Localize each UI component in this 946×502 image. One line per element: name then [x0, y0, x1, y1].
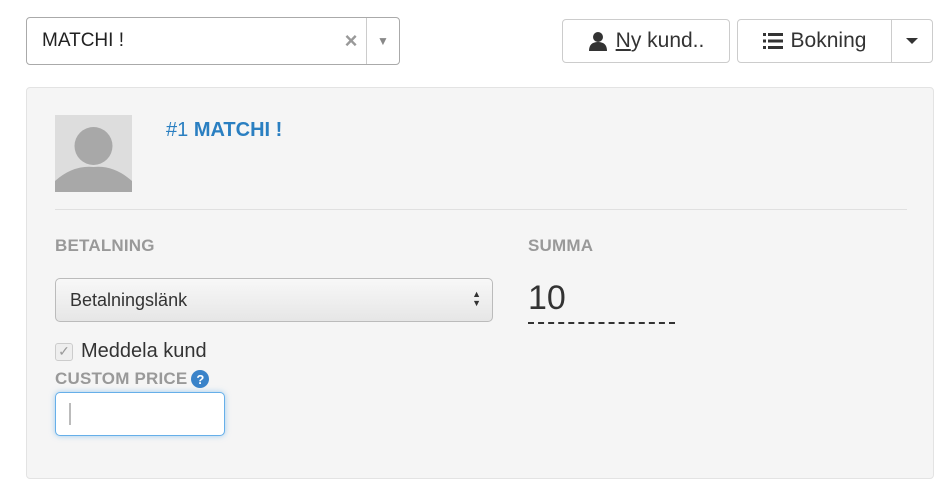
customer-name-link[interactable]: #1 MATCHI !: [166, 119, 282, 142]
customer-number: #1: [166, 119, 189, 141]
customer-select-value: MATCHI !: [42, 30, 124, 51]
caret-down-icon: [906, 38, 918, 44]
new-customer-label: Ny kund..: [616, 29, 705, 53]
notify-customer-checkbox[interactable]: ✓ Meddela kund: [55, 340, 207, 363]
list-icon: [762, 33, 783, 49]
dropdown-arrow-icon[interactable]: ▼: [366, 18, 399, 64]
checkmark-icon[interactable]: ✓: [55, 342, 73, 361]
new-customer-label-hotkey: N: [615, 29, 631, 52]
help-icon[interactable]: ?: [191, 370, 210, 388]
booking-label: Bokning: [790, 29, 867, 52]
clear-icon[interactable]: ×: [336, 28, 366, 54]
new-customer-label-text: y kund..: [630, 29, 705, 52]
text-cursor: [69, 403, 71, 425]
payment-method-value: Betalningslänk: [70, 289, 188, 310]
custom-price-label-row: CUSTOM PRICE ?: [55, 369, 210, 389]
sum-label: SUMMA: [528, 236, 594, 255]
customer-panel: #1 MATCHI ! BETALNING SUMMA Betalningslä…: [26, 87, 934, 479]
customer-name: MATCHI !: [193, 119, 283, 141]
avatar-placeholder-icon: [55, 115, 132, 192]
booking-dropdown-button[interactable]: [891, 19, 933, 63]
payment-method-select[interactable]: Betalningslänk ▲ ▼: [55, 278, 493, 322]
avatar: [55, 115, 132, 192]
sum-value[interactable]: 10: [528, 279, 675, 324]
customer-select[interactable]: MATCHI ! × ▼: [26, 17, 400, 65]
select-updown-icon: ▲ ▼: [472, 289, 481, 308]
new-customer-button[interactable]: Ny kund..: [562, 19, 730, 63]
booking-button[interactable]: Bokning: [737, 19, 892, 63]
payment-label: BETALNING: [55, 236, 155, 255]
divider: [55, 209, 907, 210]
user-icon: [588, 32, 607, 51]
notify-customer-label: Meddela kund: [81, 340, 207, 362]
custom-price-input[interactable]: [55, 392, 225, 436]
custom-price-label: CUSTOM PRICE: [55, 369, 188, 388]
